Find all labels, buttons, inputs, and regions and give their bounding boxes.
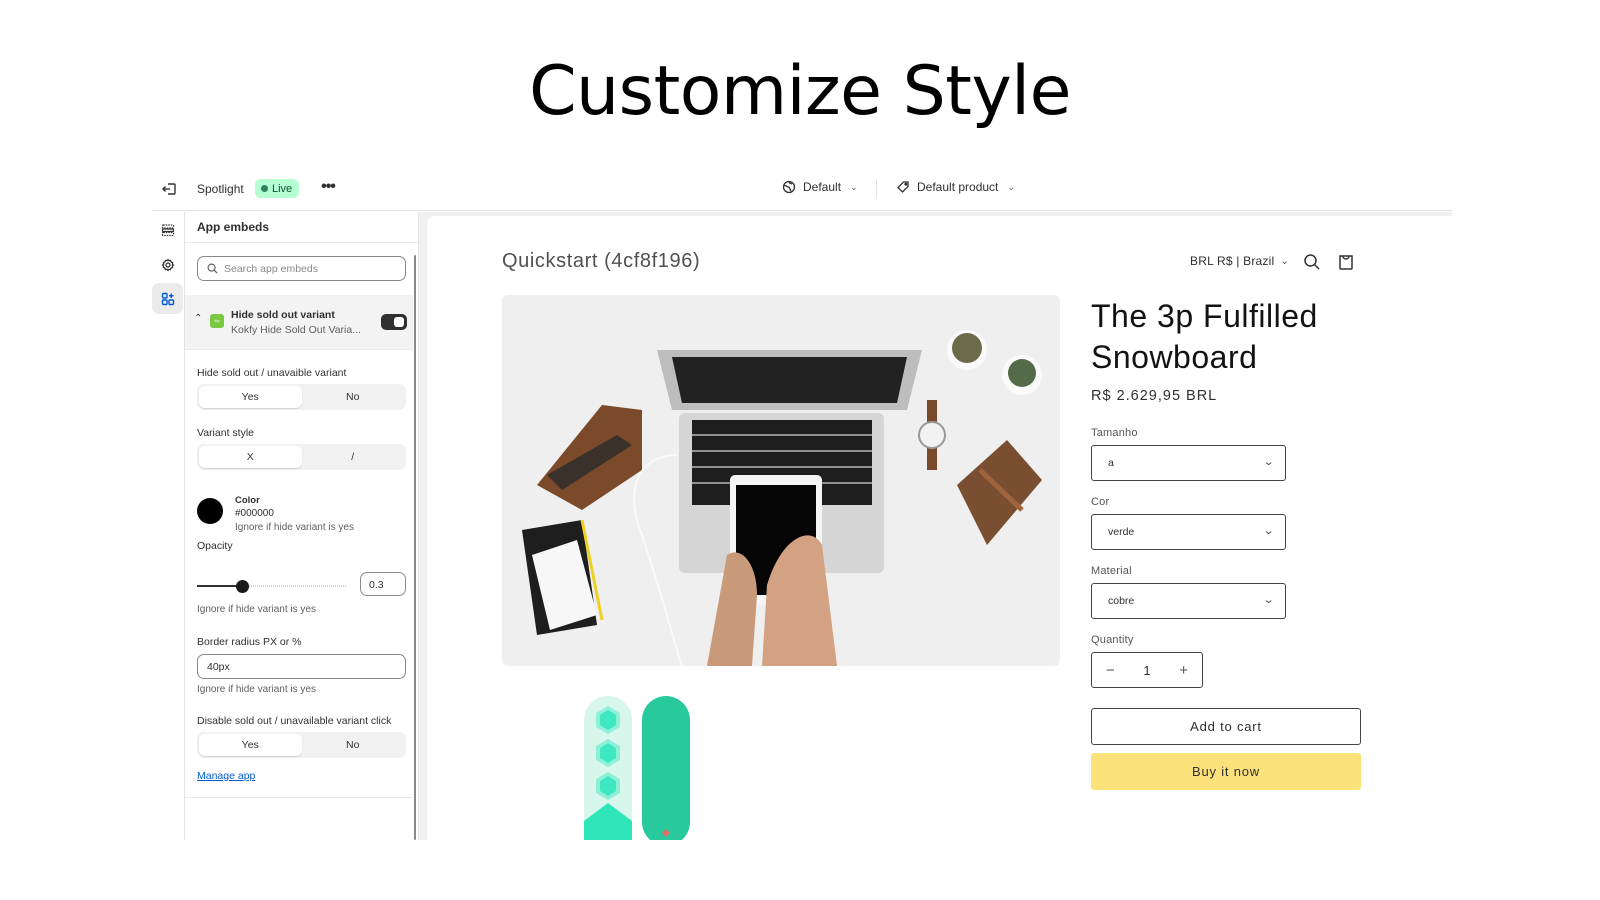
plus-icon[interactable]: + — [1179, 662, 1188, 679]
buy-now-button[interactable]: Buy it now — [1091, 753, 1361, 790]
opacity-label: Opacity — [197, 540, 233, 552]
color-help: Ignore if hide variant is yes — [235, 522, 354, 533]
product-context-select[interactable]: Default product ⌄ — [896, 180, 1015, 194]
hide-variant-segmented: Yes No — [197, 384, 406, 410]
exit-icon[interactable] — [160, 180, 178, 198]
storefront-preview: Quickstart (4cf8f196) BRL R$ | Brazil ⌄ — [427, 216, 1452, 840]
editor-topbar: Spotlight Live ••• Default ⌄ Default pro… — [152, 167, 1452, 211]
disable-click-no[interactable]: No — [302, 734, 405, 756]
option-value: verde — [1108, 526, 1135, 538]
status-badge: Live — [255, 179, 300, 198]
embed-subtitle: Kokfy Hide Sold Out Varia... — [231, 324, 361, 336]
rail-item-theme-settings[interactable] — [152, 249, 183, 280]
tag-icon — [897, 181, 909, 193]
add-to-cart-button[interactable]: Add to cart — [1091, 708, 1361, 745]
option-select-material[interactable]: cobre ⌄ — [1091, 583, 1286, 619]
color-swatch[interactable] — [197, 498, 223, 524]
chevron-down-icon: ⌄ — [1007, 181, 1015, 192]
divider — [185, 797, 413, 798]
product-thumbnail[interactable] — [577, 691, 697, 840]
locale-selector[interactable]: BRL R$ | Brazil ⌄ — [1190, 254, 1289, 268]
locale-context-label: Default — [803, 180, 842, 194]
search-input[interactable] — [224, 262, 394, 275]
embed-enable-toggle[interactable] — [381, 314, 407, 330]
border-radius-help: Ignore if hide variant is yes — [197, 684, 316, 695]
cart-icon[interactable] — [1335, 251, 1357, 273]
embed-title: Hide sold out variant — [231, 309, 335, 321]
chevron-down-icon: ⌄ — [850, 181, 858, 192]
opacity-input[interactable]: 0.3 — [360, 572, 406, 596]
hide-variant-yes[interactable]: Yes — [199, 386, 302, 408]
globe-icon — [782, 180, 796, 194]
minus-icon[interactable]: − — [1106, 662, 1115, 679]
variant-style-label: Variant style — [197, 427, 254, 439]
color-label: Color — [235, 495, 260, 506]
theme-editor: Spotlight Live ••• Default ⌄ Default pro… — [152, 167, 1452, 840]
sections-icon — [161, 223, 174, 236]
app-logo-icon: kfy — [210, 314, 224, 328]
option-label: Cor — [1091, 496, 1110, 508]
chevron-down-icon: ⌄ — [1280, 255, 1289, 267]
rail-item-sections[interactable] — [152, 214, 183, 245]
rail-item-app-embeds[interactable] — [152, 283, 183, 314]
variant-style-slash[interactable]: / — [302, 446, 405, 468]
search-app-embeds[interactable] — [197, 256, 406, 281]
search-icon[interactable] — [1301, 251, 1323, 273]
opacity-slider[interactable] — [197, 580, 347, 593]
panel-scrollbar[interactable] — [414, 255, 416, 840]
disable-click-segmented: Yes No — [197, 732, 406, 758]
locale-label: BRL R$ | Brazil — [1190, 254, 1275, 268]
slider-thumb[interactable] — [236, 580, 249, 593]
product-main-image[interactable] — [502, 295, 1060, 666]
gear-icon — [161, 258, 174, 271]
theme-name: Spotlight — [197, 182, 244, 196]
manage-app-link[interactable]: Manage app — [197, 770, 255, 782]
option-select-cor[interactable]: verde ⌄ — [1091, 514, 1286, 550]
option-label: Material — [1091, 565, 1132, 577]
more-actions-button[interactable]: ••• — [316, 176, 340, 200]
variant-style-x[interactable]: X — [199, 446, 302, 468]
product-title: The 3p Fulfilled Snowboard — [1091, 298, 1318, 375]
option-label: Tamanho — [1091, 427, 1138, 439]
hide-variant-no[interactable]: No — [302, 386, 405, 408]
apps-icon — [161, 292, 174, 305]
disable-click-label: Disable sold out / unavailable variant c… — [197, 715, 392, 727]
chevron-down-icon: ⌄ — [1262, 456, 1275, 468]
option-select-tamanho[interactable]: a ⌄ — [1091, 445, 1286, 481]
disable-click-yes[interactable]: Yes — [199, 734, 302, 756]
border-radius-input[interactable] — [197, 654, 406, 679]
toggle-knob — [394, 317, 404, 327]
hero-title: Customize Style — [529, 52, 1071, 131]
locale-context-select[interactable]: Default ⌄ — [782, 180, 858, 194]
chevron-down-icon: ⌄ — [1262, 525, 1275, 537]
app-embeds-panel: App embeds ⌃ kfy Hide sold out variant K… — [185, 212, 419, 840]
option-value: a — [1108, 457, 1114, 469]
opacity-help: Ignore if hide variant is yes — [197, 604, 316, 615]
app-embed-item[interactable]: ⌃ kfy Hide sold out variant Kokfy Hide S… — [185, 295, 413, 350]
chevron-up-icon[interactable]: ⌃ — [194, 313, 202, 324]
editor-icon-rail — [152, 212, 185, 840]
chevron-down-icon: ⌄ — [1262, 594, 1275, 606]
quantity-label: Quantity — [1091, 634, 1134, 646]
quantity-value[interactable]: 1 — [1143, 663, 1150, 678]
border-radius-label: Border radius PX or % — [197, 636, 302, 648]
option-value: cobre — [1108, 595, 1135, 607]
hide-variant-label: Hide sold out / unavaible variant — [197, 367, 347, 379]
color-value: #000000 — [235, 508, 274, 519]
store-name[interactable]: Quickstart (4cf8f196) — [502, 250, 700, 273]
variant-style-segmented: X / — [197, 444, 406, 470]
live-dot-icon — [261, 185, 268, 192]
product-context-label: Default product — [917, 180, 999, 194]
divider — [876, 180, 877, 198]
quantity-stepper: − 1 + — [1091, 652, 1203, 688]
product-price: R$ 2.629,95 BRL — [1091, 388, 1218, 404]
status-badge-label: Live — [272, 182, 293, 195]
search-icon — [207, 263, 218, 274]
panel-title: App embeds — [185, 212, 418, 243]
